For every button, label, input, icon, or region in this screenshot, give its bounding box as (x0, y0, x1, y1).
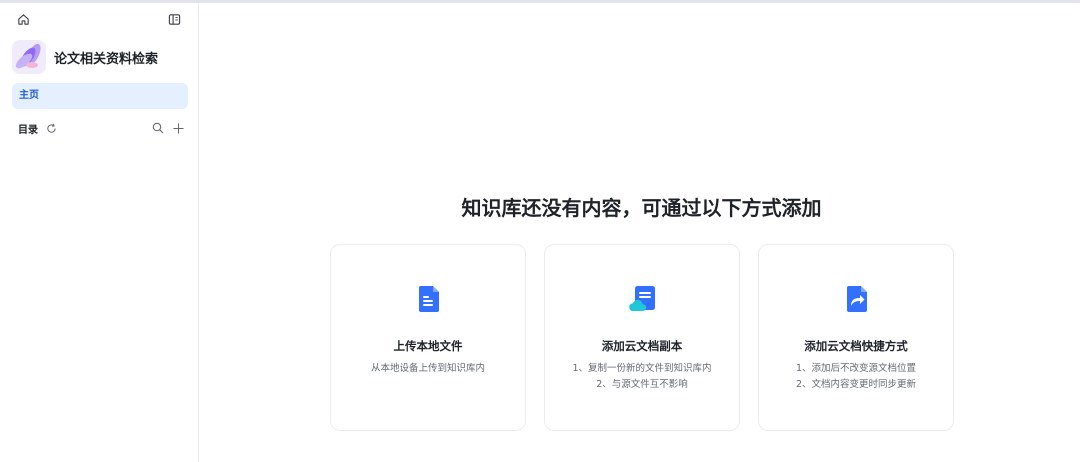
card-description: 1、添加后不改变源文档位置 2、文档内容变更时同步更新 (759, 361, 953, 393)
plus-icon[interactable] (173, 122, 184, 134)
empty-state-headline: 知识库还没有内容，可通过以下方式添加 (461, 196, 822, 220)
home-icon[interactable] (14, 10, 32, 28)
card-desc-line: 2、文档内容变更时同步更新 (795, 379, 917, 390)
card-desc-line: 从本地设备上传到知识库内 (370, 363, 485, 374)
refresh-icon[interactable] (46, 123, 57, 134)
add-cloud-doc-copy-card[interactable]: 添加云文档副本 1、复制一份新的文件到知识库内 2、与源文件互不影响 (544, 244, 740, 431)
knowledge-base-logo-icon (12, 40, 46, 74)
card-title: 添加云文档快捷方式 (804, 339, 908, 353)
sidebar: 论文相关资料检索 主页 目录 (0, 3, 199, 462)
upload-local-file-card[interactable]: 上传本地文件 从本地设备上传到知识库内 (330, 244, 526, 431)
card-desc-line: 1、复制一份新的文件到知识库内 (572, 363, 712, 374)
knowledge-base-header: 论文相关资料检索 (12, 40, 158, 74)
card-description: 从本地设备上传到知识库内 (331, 361, 525, 377)
main-content: 知识库还没有内容，可通过以下方式添加 上传本地文件 从本地设备上传到知识库内 添… (200, 3, 1080, 462)
cloud-doc-icon (627, 283, 659, 315)
card-desc-line: 2、与源文件互不影响 (596, 379, 688, 390)
nav-item-home[interactable]: 主页 (12, 83, 188, 109)
card-title: 上传本地文件 (393, 339, 463, 353)
add-cloud-doc-shortcut-card[interactable]: 添加云文档快捷方式 1、添加后不改变源文档位置 2、文档内容变更时同步更新 (758, 244, 954, 431)
catalog-label: 目录 (18, 124, 38, 136)
shortcut-doc-icon (841, 283, 873, 315)
knowledge-base-title: 论文相关资料检索 (54, 51, 159, 67)
catalog-row: 目录 (18, 119, 184, 137)
search-icon[interactable] (152, 122, 164, 134)
document-icon (413, 283, 445, 315)
card-title: 添加云文档副本 (601, 339, 683, 353)
card-desc-line: 1、添加后不改变源文档位置 (795, 363, 917, 374)
sidebar-collapse-icon[interactable] (165, 10, 183, 28)
card-description: 1、复制一份新的文件到知识库内 2、与源文件互不影响 (545, 361, 739, 393)
